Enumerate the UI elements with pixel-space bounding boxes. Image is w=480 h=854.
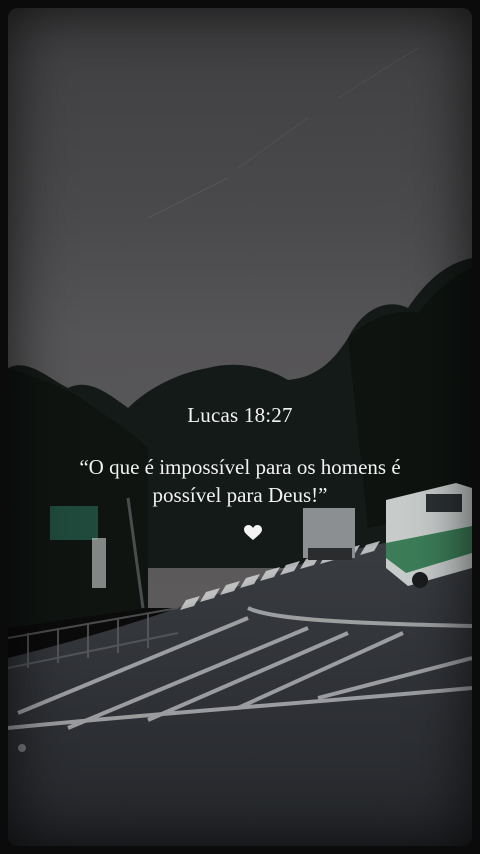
story-frame: Lucas 18:27 “O que é impossível para os …: [0, 0, 480, 854]
verse-reference: Lucas 18:27: [187, 403, 293, 427]
heart-icon: [244, 525, 262, 540]
verse-quote: “O que é impossível para os homens é pos…: [79, 455, 401, 507]
